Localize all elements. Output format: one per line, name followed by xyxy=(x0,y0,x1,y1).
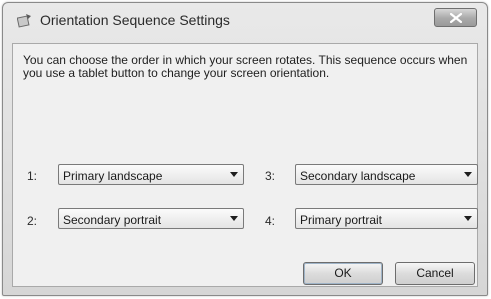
cancel-button[interactable]: Cancel xyxy=(395,262,475,285)
sequence-label-4: 4: xyxy=(265,214,276,228)
sequence-label-1: 1: xyxy=(27,169,38,183)
dialog-window: Orientation Sequence Settings You can ch… xyxy=(2,2,488,296)
sequence-select-3[interactable]: Secondary landscape xyxy=(295,164,478,185)
dialog-content: You can choose the order in which your s… xyxy=(12,43,478,287)
chevron-down-icon xyxy=(230,216,238,221)
sequence-select-4-value: Primary portrait xyxy=(300,213,383,227)
sequence-select-1[interactable]: Primary landscape xyxy=(58,164,244,185)
sequence-select-3-value: Secondary landscape xyxy=(300,169,416,183)
sequence-select-2-value: Secondary portrait xyxy=(63,213,162,227)
chevron-down-icon xyxy=(464,216,472,221)
chevron-down-icon xyxy=(464,172,472,177)
dialog-title: Orientation Sequence Settings xyxy=(40,12,230,28)
close-icon xyxy=(450,13,462,23)
chevron-down-icon xyxy=(230,172,238,177)
sequence-select-2[interactable]: Secondary portrait xyxy=(58,208,244,229)
title-bar[interactable]: Orientation Sequence Settings xyxy=(3,3,487,37)
close-button[interactable] xyxy=(434,8,477,27)
sequence-label-2: 2: xyxy=(27,214,38,228)
description-text: You can choose the order in which your s… xyxy=(23,53,468,80)
sequence-select-1-value: Primary landscape xyxy=(63,169,163,183)
tablet-orientation-icon xyxy=(16,12,33,28)
sequence-label-3: 3: xyxy=(265,169,276,183)
sequence-select-4[interactable]: Primary portrait xyxy=(295,208,478,229)
ok-button[interactable]: OK xyxy=(303,262,383,285)
